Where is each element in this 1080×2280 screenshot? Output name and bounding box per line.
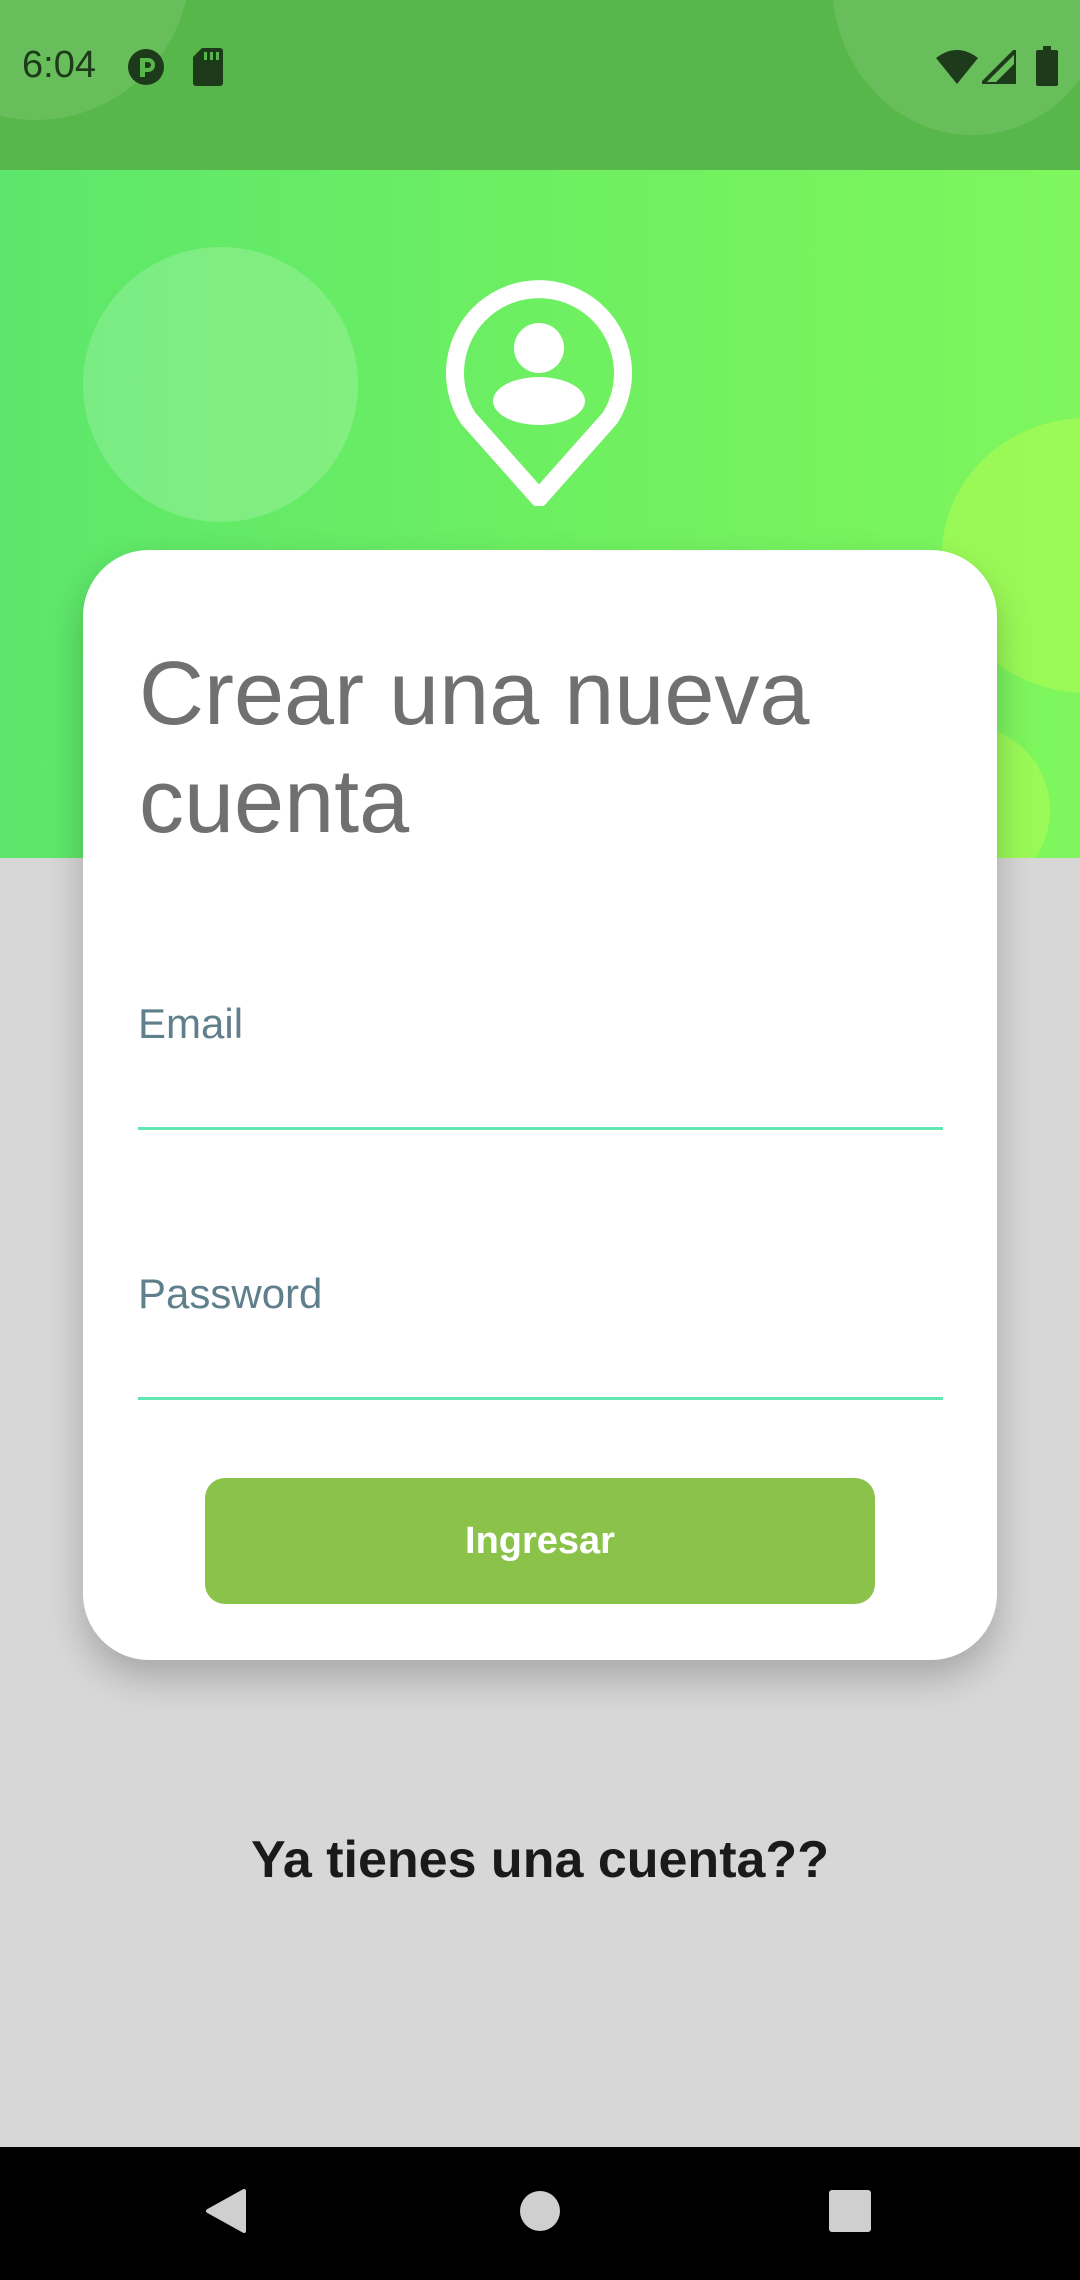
ingresar-button[interactable]: Ingresar [205, 1478, 875, 1604]
status-time: 6:04 [22, 44, 96, 86]
password-field[interactable]: Password [138, 1270, 943, 1400]
page-title: Crear una nueva cuenta [139, 644, 810, 852]
login-link[interactable]: Ya tienes una cuenta?? [0, 1830, 1080, 1890]
recents-icon [829, 2190, 871, 2237]
navigation-bar [0, 2147, 1080, 2280]
wifi-icon [936, 50, 978, 89]
password-underline [138, 1397, 943, 1400]
location-user-pin-icon [446, 276, 632, 507]
back-icon [204, 2187, 248, 2240]
cast-icon [126, 47, 166, 92]
decorative-circle [83, 247, 358, 522]
email-input[interactable] [138, 1076, 943, 1126]
recents-button[interactable] [780, 2147, 920, 2280]
email-underline [138, 1127, 943, 1130]
status-bar: 6:04 [0, 0, 1080, 170]
email-label: Email [138, 1000, 244, 1047]
email-field[interactable]: Email [138, 1000, 943, 1130]
battery-icon [1036, 46, 1058, 91]
sd-card-icon [193, 48, 223, 91]
home-button[interactable] [470, 2147, 610, 2280]
back-button[interactable] [156, 2147, 296, 2280]
password-label: Password [138, 1270, 323, 1317]
password-input[interactable] [138, 1346, 943, 1396]
screen: 6:04 Crear una nueva cuenta Email Passwo… [0, 0, 1080, 2280]
cellular-signal-icon [977, 45, 1018, 89]
signup-card: Crear una nueva cuenta Email Password In… [83, 550, 997, 1660]
home-icon [519, 2190, 561, 2237]
